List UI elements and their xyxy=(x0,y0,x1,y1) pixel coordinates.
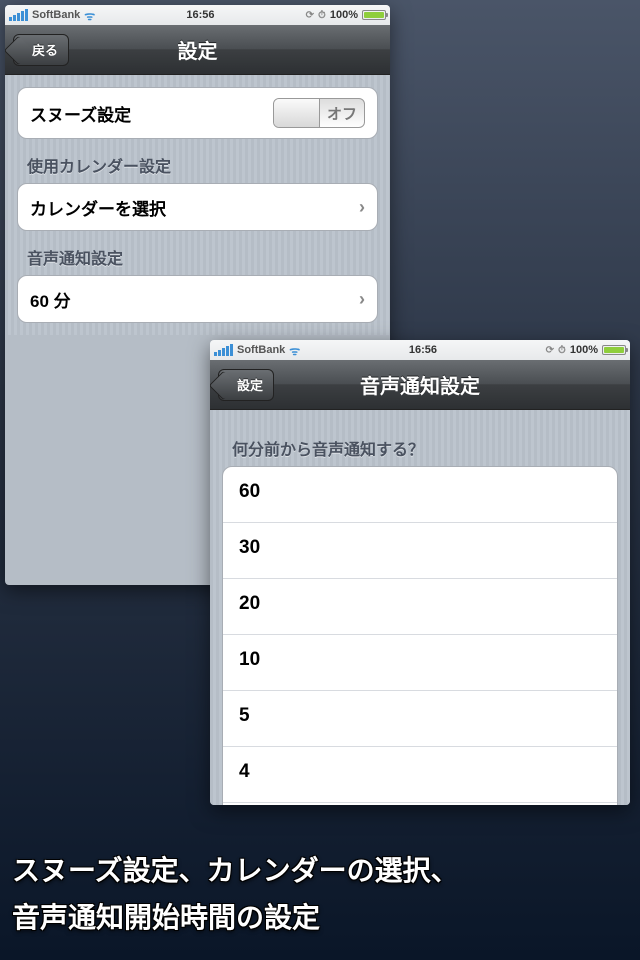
status-bar: SoftBank ᯤ 16:56 ⟳ ⏱ 100% xyxy=(210,340,630,360)
nav-bar: 戻る 設定 xyxy=(5,25,390,75)
battery-percent: 100% xyxy=(570,344,598,356)
list-item[interactable]: 5 xyxy=(223,691,617,747)
voice-value: 60 分 xyxy=(30,287,71,312)
carrier-label: SoftBank xyxy=(237,344,285,356)
signal-icon xyxy=(214,344,233,356)
calendar-label: カレンダーを選択 xyxy=(30,195,166,220)
chevron-right-icon: › xyxy=(359,197,365,218)
voice-prompt: 何分前から音声通知する？ xyxy=(222,422,618,466)
carrier-label: SoftBank xyxy=(32,9,80,21)
wifi-icon: ᯤ xyxy=(289,342,300,359)
snooze-row[interactable]: スヌーズ設定 オフ xyxy=(18,88,377,138)
voice-content: 何分前から音声通知する？ 60 30 20 10 5 4 3 xyxy=(210,410,630,805)
caption-line-2: 音声通知開始時間の設定 xyxy=(12,894,628,942)
promo-caption: スヌーズ設定、カレンダーの選択、 音声通知開始時間の設定 xyxy=(12,847,628,942)
voice-duration-row[interactable]: 60 分 › xyxy=(18,276,377,322)
snooze-toggle[interactable]: オフ xyxy=(273,98,365,128)
nav-bar: 設定 音声通知設定 xyxy=(210,360,630,410)
minutes-list: 60 30 20 10 5 4 3 xyxy=(222,466,618,805)
status-time: 16:56 xyxy=(95,9,305,21)
back-button[interactable]: 設定 xyxy=(218,369,274,401)
list-item[interactable]: 30 xyxy=(223,523,617,579)
wifi-icon: ᯤ xyxy=(84,7,95,24)
voice-section-header: 音声通知設定 xyxy=(17,231,378,275)
calendar-select-row[interactable]: カレンダーを選択 › xyxy=(18,184,377,230)
caption-line-1: スヌーズ設定、カレンダーの選択、 xyxy=(12,847,628,895)
status-bar: SoftBank ᯤ 16:56 ⟳ ⏱ 100% xyxy=(5,5,390,25)
list-item[interactable]: 60 xyxy=(223,467,617,523)
battery-icon xyxy=(362,10,386,20)
chevron-right-icon: › xyxy=(359,289,365,310)
list-item[interactable]: 4 xyxy=(223,747,617,803)
calendar-section-header: 使用カレンダー設定 xyxy=(17,139,378,183)
list-item[interactable]: 3 xyxy=(223,803,617,805)
back-button[interactable]: 戻る xyxy=(13,34,69,66)
list-item[interactable]: 10 xyxy=(223,635,617,691)
lock-icon: ⟳ xyxy=(546,345,554,356)
settings-content: スヌーズ設定 オフ 使用カレンダー設定 カレンダーを選択 › 音声通知設定 60… xyxy=(5,75,390,335)
lock-icon: ⟳ xyxy=(306,10,314,21)
toggle-state: オフ xyxy=(320,99,364,127)
list-item[interactable]: 20 xyxy=(223,579,617,635)
battery-icon xyxy=(602,345,626,355)
battery-percent: 100% xyxy=(330,9,358,21)
snooze-label: スヌーズ設定 xyxy=(30,101,131,126)
signal-icon xyxy=(9,9,28,21)
toggle-knob xyxy=(274,99,320,127)
alarm-icon: ⏱ xyxy=(318,10,326,21)
status-time: 16:56 xyxy=(300,344,545,356)
alarm-icon: ⏱ xyxy=(558,345,566,356)
voice-notify-screen: SoftBank ᯤ 16:56 ⟳ ⏱ 100% 設定 音声通知設定 何分前か… xyxy=(210,340,630,805)
